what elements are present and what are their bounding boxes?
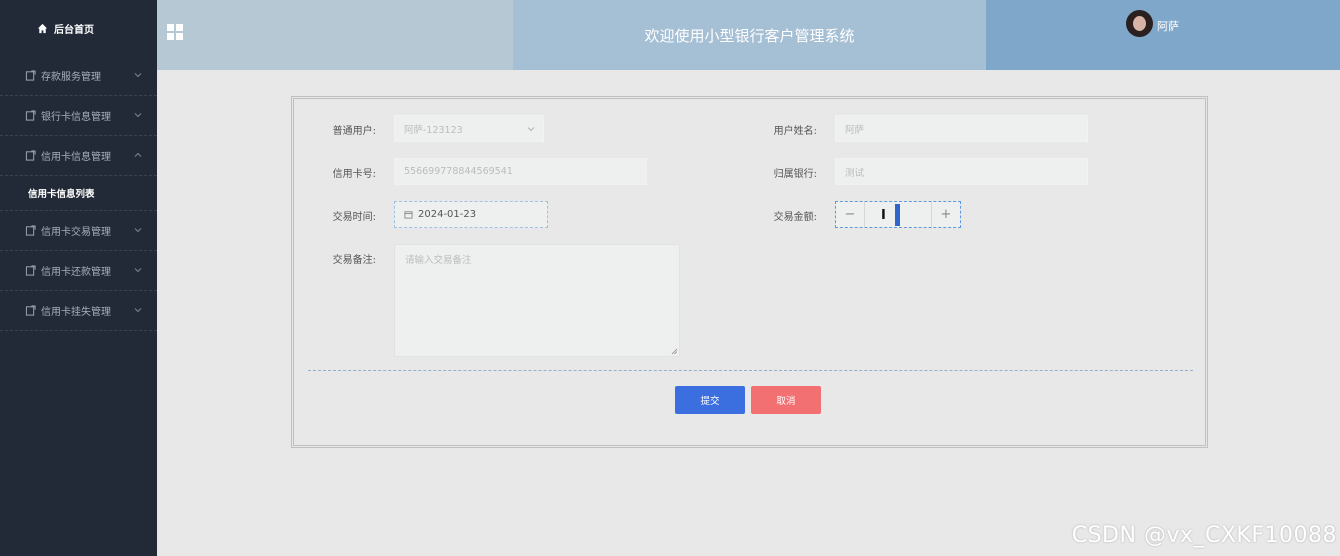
bank-label: 归属银行: [773,169,817,180]
sidebar-item-loss-report[interactable]: 信用卡挂失管理 [0,291,157,331]
sidebar-item-label: 信用卡信息管理 [41,152,111,163]
sidebar-item-credit-card[interactable]: 信用卡信息管理 [0,136,157,176]
increment-button[interactable]: + [931,202,960,227]
avatar-face [1133,16,1146,31]
sidebar-home-label: 后台首页 [54,24,94,36]
text-selection [895,204,900,226]
bank-field[interactable]: 测试 [835,158,1088,185]
sidebar-item-label: 信用卡还款管理 [41,267,111,278]
submit-button[interactable]: 提交 [675,386,745,414]
credit-card-form: 普通用户: 阿萨-123123 用户姓名: 阿萨 信用卡号: 556699778… [291,96,1208,448]
time-label: 交易时间: [332,212,376,223]
watermark: CSDN @vx_CXKF10088 [1071,523,1337,548]
document-icon [25,305,36,316]
note-placeholder: 请输入交易备注 [405,255,472,266]
resize-handle-icon[interactable] [671,348,678,355]
user-select-value: 阿萨-123123 [404,124,463,136]
note-textarea[interactable]: 请输入交易备注 [394,244,680,357]
sidebar-item-label: 信用卡挂失管理 [41,307,111,318]
sidebar-item-label: 银行卡信息管理 [41,112,111,123]
grid-menu-icon[interactable] [167,24,183,40]
name-label: 用户姓名: [773,126,817,137]
document-icon [25,70,36,81]
document-icon [25,150,36,161]
sidebar: 后台首页 存款服务管理 银行卡信息管理 信用卡信息管理 信用卡信息列表 信用卡交… [0,0,157,556]
decrement-button[interactable]: − [836,202,865,227]
user-label: 普通用户: [332,126,376,137]
bank-field-value: 测试 [845,167,865,179]
calendar-icon [404,211,413,219]
name-field[interactable]: 阿萨 [835,115,1088,142]
note-label: 交易备注: [332,255,376,266]
sidebar-item-label: 信用卡交易管理 [41,227,111,238]
name-field-value: 阿萨 [845,124,865,136]
amount-label: 交易金额: [773,212,817,223]
date-value: 2024-01-23 [418,209,477,220]
sidebar-menu: 存款服务管理 银行卡信息管理 信用卡信息管理 信用卡信息列表 信用卡交易管理 信… [0,56,157,331]
document-icon [25,225,36,236]
chevron-down-icon [134,308,142,313]
sidebar-item-repayment[interactable]: 信用卡还款管理 [0,251,157,291]
sidebar-item-bank-card[interactable]: 银行卡信息管理 [0,96,157,136]
sidebar-item-deposit[interactable]: 存款服务管理 [0,56,157,96]
chevron-down-icon [134,228,142,233]
chevron-down-icon [134,268,142,273]
cancel-button[interactable]: 取消 [751,386,821,414]
sidebar-subitem-credit-card-list[interactable]: 信用卡信息列表 [0,176,157,211]
username[interactable]: 阿萨 [1157,18,1179,34]
topbar-user-area[interactable]: 阿萨 [986,0,1340,70]
top-bar: 欢迎使用小型银行客户管理系统 阿萨 [157,0,1340,70]
amount-stepper[interactable]: − I + [835,201,961,228]
card-number-value: 556699778844569541 [404,166,513,177]
chevron-down-icon [134,73,142,78]
chevron-up-icon [134,152,142,157]
date-picker[interactable]: 2024-01-23 [394,201,548,228]
avatar[interactable] [1126,10,1153,37]
chevron-down-icon [134,113,142,118]
document-icon [25,110,36,121]
amount-input[interactable]: I [865,202,931,227]
chevron-down-icon [527,127,535,132]
page-title: 欢迎使用小型银行客户管理系统 [513,0,986,70]
home-icon [37,23,48,33]
card-number-label: 信用卡号: [332,169,376,180]
document-icon [25,265,36,276]
topbar-left [157,0,513,70]
sidebar-home-link[interactable]: 后台首页 [0,0,157,56]
user-select[interactable]: 阿萨-123123 [394,115,544,142]
sidebar-item-label: 存款服务管理 [41,72,101,83]
sidebar-item-transactions[interactable]: 信用卡交易管理 [0,211,157,251]
text-cursor-icon: I [881,208,886,223]
card-number-field[interactable]: 556699778844569541 [394,158,647,185]
form-divider [308,370,1193,371]
